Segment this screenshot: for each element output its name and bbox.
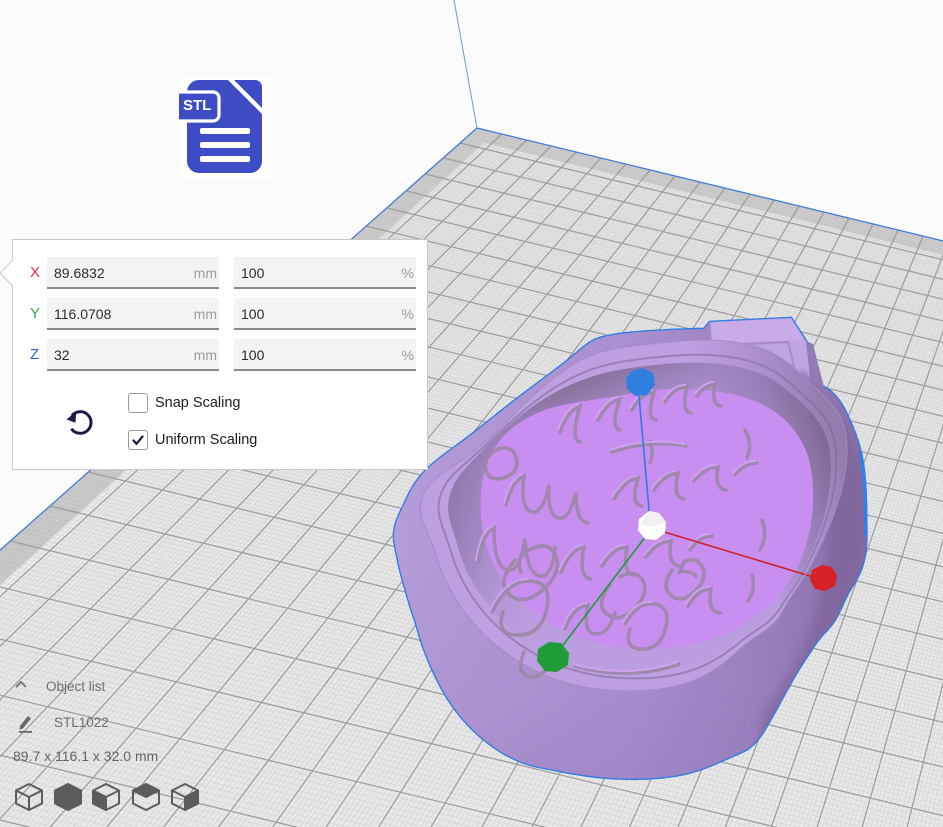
svg-text:STL: STL [183,97,211,114]
